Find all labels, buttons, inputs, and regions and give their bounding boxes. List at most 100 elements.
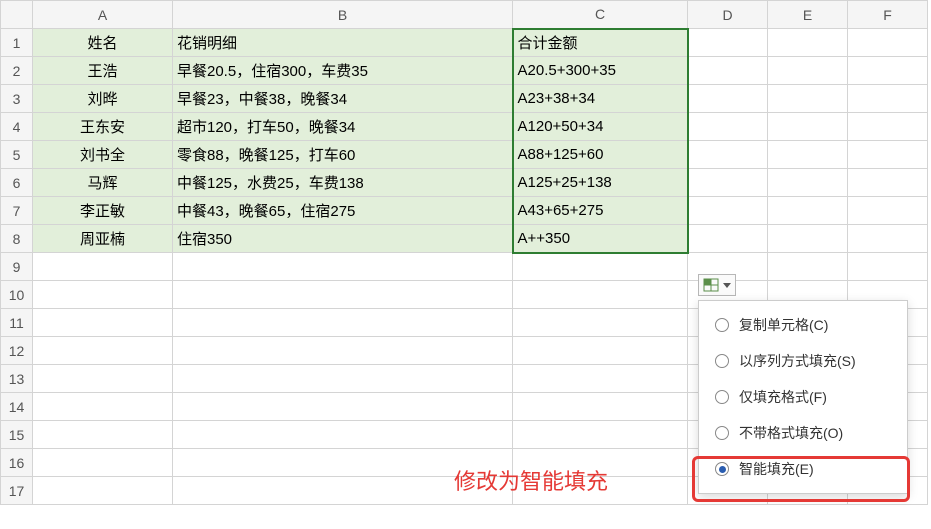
cell-C1[interactable]: 合计金额 — [513, 29, 688, 57]
cell-F3[interactable] — [848, 85, 928, 113]
row-header[interactable]: 3 — [1, 85, 33, 113]
cell-E8[interactable] — [768, 225, 848, 253]
col-header-C[interactable]: C — [513, 1, 688, 29]
cell-A5[interactable]: 刘书全 — [33, 141, 173, 169]
cell-C14[interactable] — [513, 393, 688, 421]
col-header-A[interactable]: A — [33, 1, 173, 29]
fill-option[interactable]: 不带格式填充(O) — [699, 415, 907, 451]
cell-C10[interactable] — [513, 281, 688, 309]
row-header[interactable]: 14 — [1, 393, 33, 421]
cell-C7[interactable]: A43+65+275 — [513, 197, 688, 225]
row-header[interactable]: 5 — [1, 141, 33, 169]
cell-B11[interactable] — [173, 309, 513, 337]
cell-D6[interactable] — [688, 169, 768, 197]
row-header[interactable]: 10 — [1, 281, 33, 309]
cell-A10[interactable] — [33, 281, 173, 309]
cell-B12[interactable] — [173, 337, 513, 365]
cell-A12[interactable] — [33, 337, 173, 365]
cell-B1[interactable]: 花销明细 — [173, 29, 513, 57]
cell-B8[interactable]: 住宿350 — [173, 225, 513, 253]
cell-A2[interactable]: 王浩 — [33, 57, 173, 85]
cell-E6[interactable] — [768, 169, 848, 197]
row-header[interactable]: 17 — [1, 477, 33, 505]
col-header-F[interactable]: F — [848, 1, 928, 29]
cell-B2[interactable]: 早餐20.5，住宿300，车费35 — [173, 57, 513, 85]
autofill-options-button[interactable] — [698, 274, 736, 296]
cell-F1[interactable] — [848, 29, 928, 57]
cell-E5[interactable] — [768, 141, 848, 169]
cell-D7[interactable] — [688, 197, 768, 225]
fill-option[interactable]: 智能填充(E) — [699, 451, 907, 487]
cell-A11[interactable] — [33, 309, 173, 337]
cell-C8[interactable]: A++350 — [513, 225, 688, 253]
cell-B15[interactable] — [173, 421, 513, 449]
cell-A16[interactable] — [33, 449, 173, 477]
cell-C5[interactable]: A88+125+60 — [513, 141, 688, 169]
cell-E9[interactable] — [768, 253, 848, 281]
cell-C3[interactable]: A23+38+34 — [513, 85, 688, 113]
cell-C6[interactable]: A125+25+138 — [513, 169, 688, 197]
cell-B3[interactable]: 早餐23，中餐38，晚餐34 — [173, 85, 513, 113]
cell-A9[interactable] — [33, 253, 173, 281]
col-header-B[interactable]: B — [173, 1, 513, 29]
row-header[interactable]: 16 — [1, 449, 33, 477]
cell-A17[interactable] — [33, 477, 173, 505]
cell-B7[interactable]: 中餐43，晚餐65，住宿275 — [173, 197, 513, 225]
cell-C16[interactable] — [513, 449, 688, 477]
cell-B5[interactable]: 零食88，晚餐125，打车60 — [173, 141, 513, 169]
cell-F7[interactable] — [848, 197, 928, 225]
cell-B14[interactable] — [173, 393, 513, 421]
cell-E4[interactable] — [768, 113, 848, 141]
cell-E2[interactable] — [768, 57, 848, 85]
col-header-E[interactable]: E — [768, 1, 848, 29]
cell-C17[interactable] — [513, 477, 688, 505]
cell-C9[interactable] — [513, 253, 688, 281]
cell-A6[interactable]: 马辉 — [33, 169, 173, 197]
cell-D5[interactable] — [688, 141, 768, 169]
cell-F4[interactable] — [848, 113, 928, 141]
cell-C13[interactable] — [513, 365, 688, 393]
cell-F9[interactable] — [848, 253, 928, 281]
cell-F6[interactable] — [848, 169, 928, 197]
row-header[interactable]: 1 — [1, 29, 33, 57]
row-header[interactable]: 8 — [1, 225, 33, 253]
row-header[interactable]: 13 — [1, 365, 33, 393]
cell-A4[interactable]: 王东安 — [33, 113, 173, 141]
cell-D3[interactable] — [688, 85, 768, 113]
cell-A7[interactable]: 李正敏 — [33, 197, 173, 225]
cell-B6[interactable]: 中餐125，水费25，车费138 — [173, 169, 513, 197]
cell-E7[interactable] — [768, 197, 848, 225]
cell-F5[interactable] — [848, 141, 928, 169]
row-header[interactable]: 11 — [1, 309, 33, 337]
fill-option[interactable]: 复制单元格(C) — [699, 307, 907, 343]
row-header[interactable]: 6 — [1, 169, 33, 197]
row-header[interactable]: 7 — [1, 197, 33, 225]
col-header-D[interactable]: D — [688, 1, 768, 29]
cell-B4[interactable]: 超市120，打车50，晚餐34 — [173, 113, 513, 141]
row-header[interactable]: 4 — [1, 113, 33, 141]
cell-D4[interactable] — [688, 113, 768, 141]
cell-E1[interactable] — [768, 29, 848, 57]
cell-A15[interactable] — [33, 421, 173, 449]
cell-F2[interactable] — [848, 57, 928, 85]
cell-D1[interactable] — [688, 29, 768, 57]
cell-A8[interactable]: 周亚楠 — [33, 225, 173, 253]
cell-C15[interactable] — [513, 421, 688, 449]
row-header[interactable]: 12 — [1, 337, 33, 365]
cell-C4[interactable]: A120+50+34 — [513, 113, 688, 141]
cell-B13[interactable] — [173, 365, 513, 393]
cell-F8[interactable] — [848, 225, 928, 253]
cell-C2[interactable]: A20.5+300+35 — [513, 57, 688, 85]
corner-cell[interactable] — [1, 1, 33, 29]
cell-B16[interactable] — [173, 449, 513, 477]
cell-E3[interactable] — [768, 85, 848, 113]
cell-B10[interactable] — [173, 281, 513, 309]
row-header[interactable]: 2 — [1, 57, 33, 85]
cell-D8[interactable] — [688, 225, 768, 253]
cell-C11[interactable] — [513, 309, 688, 337]
fill-option[interactable]: 以序列方式填充(S) — [699, 343, 907, 379]
cell-C12[interactable] — [513, 337, 688, 365]
row-header[interactable]: 15 — [1, 421, 33, 449]
cell-A3[interactable]: 刘晔 — [33, 85, 173, 113]
cell-B17[interactable] — [173, 477, 513, 505]
